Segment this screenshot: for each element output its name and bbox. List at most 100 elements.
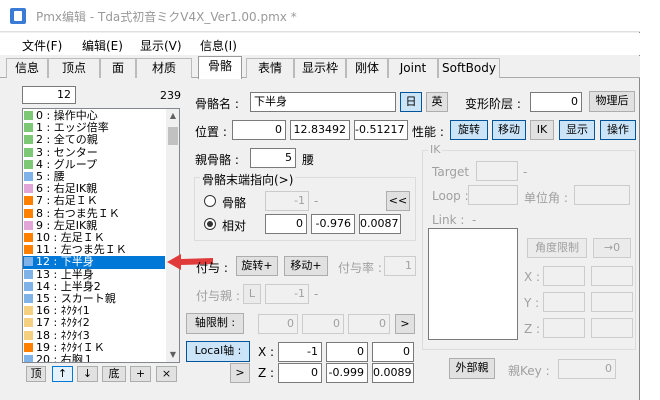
menu-view[interactable]: 显示(V) [140, 37, 182, 54]
bone-color-swatch [24, 245, 33, 255]
lang-jp-toggle[interactable]: 日 [400, 92, 422, 112]
perf-move-toggle[interactable]: 移动 [492, 120, 526, 140]
parent-bone-name: 腰 [302, 153, 315, 167]
ik-legend: IK [428, 143, 443, 156]
tip-relative-radio[interactable] [204, 218, 216, 230]
ik-y-label: Y : [524, 296, 540, 310]
menu-bar: 文件(F) 编辑(E) 显示(V) 信息(I) [0, 33, 640, 55]
menu-info[interactable]: 信息(I) [200, 37, 237, 54]
lang-en-toggle[interactable]: 英 [426, 92, 448, 112]
delete-bone-button[interactable]: × [156, 366, 177, 382]
scroll-down-icon[interactable]: ▼ [166, 348, 179, 362]
tip-rel-x-input[interactable]: 0 [265, 214, 307, 234]
axis-select-button[interactable]: > [395, 314, 415, 334]
tab-softbody[interactable]: SoftBody [438, 58, 500, 78]
axis-y-input[interactable]: 0 [302, 314, 344, 334]
scroll-thumb[interactable] [168, 127, 178, 145]
ik-link-list[interactable] [428, 228, 518, 340]
bone-list[interactable]: 0 : 操作中心 1 : エッジ倍率 2 : 全ての親 3 : センター 4 : グルー… [22, 108, 180, 363]
grant-rotate-toggle[interactable]: 旋转+ [236, 256, 278, 276]
grant-move-toggle[interactable]: 移动+ [284, 256, 328, 276]
perf-display-toggle[interactable]: 显示 [559, 120, 595, 140]
grant-parent-label: 付与親 : [196, 289, 240, 303]
tab-display-frame[interactable]: 显示枠 [294, 58, 346, 78]
parent-key-label: 親Key : [508, 364, 550, 378]
axis-x-input[interactable]: 0 [258, 314, 298, 334]
tab-face[interactable]: 面 [100, 58, 136, 78]
tip-bone-input[interactable]: -1 [265, 191, 309, 211]
ik-y-min-input[interactable] [543, 292, 585, 312]
position-y-input[interactable]: 12.83492 [290, 120, 350, 140]
external-parent-button[interactable]: 外部親 [449, 358, 495, 379]
ik-z-max-input[interactable] [591, 318, 633, 338]
perf-ik-toggle[interactable]: IK [530, 120, 554, 140]
bone-index-input[interactable]: 12 [22, 86, 76, 104]
ik-target-input[interactable] [476, 161, 518, 181]
tab-morph[interactable]: 表情 [246, 58, 294, 78]
move-bottom-button[interactable]: 底 [102, 366, 126, 382]
bone-color-swatch [24, 135, 33, 145]
menu-file[interactable]: 文件(F) [22, 37, 62, 54]
tip-rel-y-input[interactable]: -0.976 [311, 214, 355, 234]
deform-layer-input[interactable]: 0 [530, 92, 582, 112]
ik-loop-input[interactable] [468, 185, 518, 205]
local-z-y-input[interactable]: -0.999 [326, 363, 368, 383]
add-bone-button[interactable]: + [130, 366, 151, 382]
move-up-button[interactable]: ↑ [52, 366, 73, 382]
bone-color-swatch [24, 330, 33, 340]
bone-list-scrollbar[interactable]: ▲ ▼ [166, 109, 179, 362]
tab-rigid-body[interactable]: 刚体 [346, 58, 388, 78]
grant-parent-button[interactable]: L [243, 284, 261, 304]
bone-list-item-label: 7 : 右足ＩＫ [36, 194, 98, 208]
move-down-button[interactable]: ↓ [77, 366, 98, 382]
tab-vertex[interactable]: 顶点 [48, 58, 100, 78]
ik-x-max-input[interactable] [591, 266, 633, 286]
move-top-button[interactable]: 顶 [26, 366, 46, 382]
ik-y-max-input[interactable] [591, 292, 633, 312]
axis-limit-toggle[interactable]: 轴限制 : [186, 313, 244, 334]
menu-edit[interactable]: 编辑(E) [82, 37, 123, 54]
performance-label: 性能 : [412, 125, 444, 139]
tip-select-button[interactable]: << [386, 191, 410, 211]
title-bar: Pmx编辑 - Tda式初音ミクV4X_Ver1.00.pmx * [0, 0, 640, 32]
ik-z-min-input[interactable] [543, 318, 585, 338]
bone-name-label: 骨骼名 : [195, 97, 239, 111]
local-z-z-input[interactable]: 0.0089 [372, 363, 414, 383]
ik-angle-limit-button[interactable]: 角度限制 [527, 238, 587, 258]
parent-bone-input[interactable]: 5 [250, 148, 296, 168]
perf-operate-toggle[interactable]: 操作 [600, 120, 636, 140]
after-physics-button[interactable]: 物理后 [589, 91, 635, 112]
bone-color-swatch [24, 233, 33, 242]
perf-rotate-toggle[interactable]: 旋转 [450, 120, 488, 140]
ik-zero-button[interactable]: →0 [593, 238, 631, 258]
tab-info[interactable]: 信息 [6, 58, 48, 78]
local-z-x-input[interactable]: 0 [278, 363, 322, 383]
local-x-y-input[interactable]: 0 [326, 342, 368, 362]
ik-x-min-input[interactable] [543, 266, 585, 286]
bone-name-input[interactable]: 下半身 [250, 92, 396, 112]
position-x-input[interactable]: 0 [232, 120, 286, 140]
ik-unit-angle-input[interactable] [574, 185, 630, 205]
tip-relative-label: 相对 [222, 219, 247, 233]
grant-rate-input[interactable]: 1 [384, 256, 416, 276]
tip-bone-radio[interactable] [204, 195, 216, 207]
local-axis-toggle[interactable]: Local轴 : [186, 341, 250, 362]
bone-list-item-label: 10 : 左足ＩＫ [36, 231, 105, 244]
ik-link-dash: - [472, 213, 477, 227]
local-axis-select-button[interactable]: > [230, 363, 250, 383]
scroll-up-icon[interactable]: ▲ [166, 109, 179, 123]
local-x-z-input[interactable]: 0 [372, 342, 414, 362]
position-z-input[interactable]: -0.51217 [354, 120, 408, 140]
tab-material[interactable]: 材质 [136, 58, 192, 78]
bone-color-swatch [24, 306, 33, 316]
parent-key-input[interactable]: 0 [558, 359, 616, 379]
grant-parent-input[interactable]: -1 [265, 284, 309, 304]
ik-target-label: Target [432, 165, 470, 179]
local-x-x-input[interactable]: -1 [278, 342, 322, 362]
bone-color-swatch [24, 318, 33, 328]
axis-z-input[interactable]: 0 [348, 314, 390, 334]
bone-list-item[interactable]: 20 : 右胸１ [23, 354, 165, 362]
tip-rel-z-input[interactable]: 0.0087 [359, 214, 401, 234]
tab-joint[interactable]: Joint [388, 58, 438, 78]
tab-bone[interactable]: 骨骼 [198, 56, 242, 79]
